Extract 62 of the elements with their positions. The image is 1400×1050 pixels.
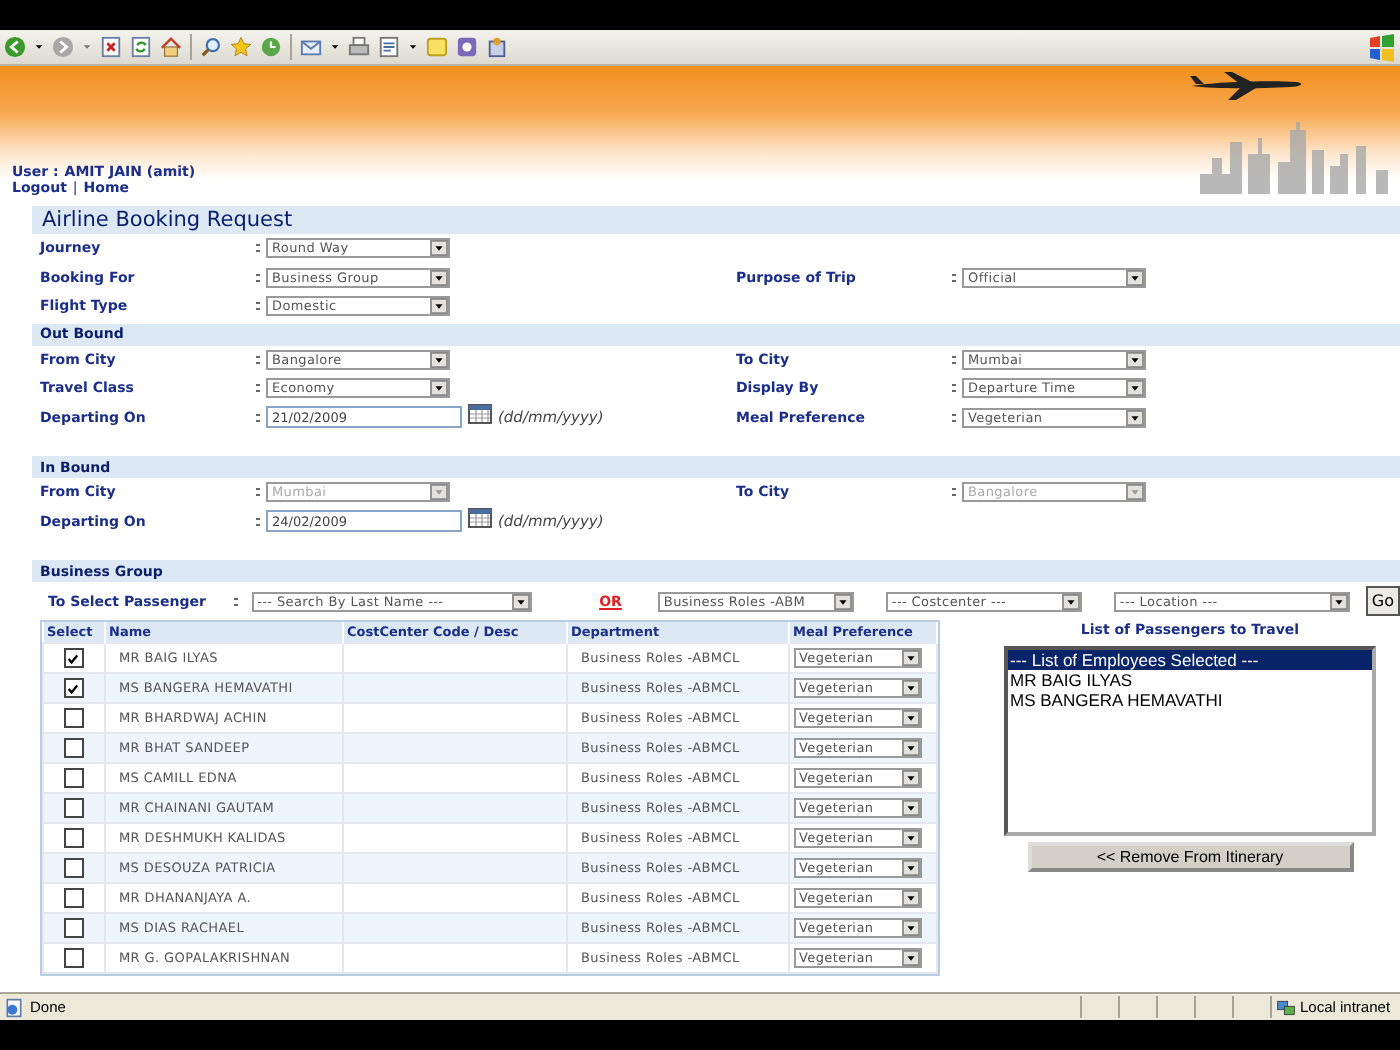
caret-icon <box>430 380 448 397</box>
dropdown-arrow-icon[interactable] <box>34 42 44 52</box>
caret-icon <box>901 800 919 816</box>
caret-icon <box>1329 593 1348 609</box>
caret-icon <box>1061 593 1080 609</box>
caret-icon <box>1126 351 1144 368</box>
caret-icon <box>901 770 919 786</box>
mail-icon[interactable] <box>300 36 322 58</box>
checkbox[interactable] <box>63 678 84 698</box>
page-title: Airline Booking Request <box>42 208 293 232</box>
checkbox[interactable] <box>63 828 84 848</box>
checkbox[interactable] <box>63 648 84 668</box>
dropdown-arrow-icon[interactable] <box>330 42 340 52</box>
caret-icon <box>1126 380 1144 397</box>
passenger-listbox[interactable]: --- List of Employees Selected --- MR BAIG ILYAS MS BANGERA HEMAVATHI <box>1004 646 1376 836</box>
checkbox[interactable] <box>63 798 84 818</box>
list-item[interactable]: MR BAIG ILYAS <box>1008 670 1372 690</box>
caret-icon <box>430 484 448 501</box>
caret-icon <box>430 351 448 368</box>
back-icon[interactable] <box>4 36 26 58</box>
windows-logo-icon <box>1368 33 1396 61</box>
caret-icon <box>430 240 448 257</box>
document-icon[interactable] <box>378 36 400 58</box>
caret-icon <box>901 950 919 966</box>
calendar-icon[interactable] <box>468 404 492 425</box>
checkbox[interactable] <box>63 948 84 968</box>
caret-icon <box>1126 409 1144 426</box>
go-button[interactable]: Go <box>1365 586 1400 616</box>
network-icon <box>1276 997 1296 1017</box>
caret-icon <box>901 920 919 936</box>
search-icon[interactable] <box>200 36 222 58</box>
caret-icon <box>430 269 448 286</box>
list-item[interactable]: --- List of Employees Selected --- <box>1008 650 1372 670</box>
remove-button[interactable]: << Remove From Itinerary <box>1027 842 1353 872</box>
calendar-icon[interactable] <box>468 508 492 529</box>
caret-icon <box>901 890 919 906</box>
caret-icon <box>833 593 852 609</box>
caret-icon <box>430 298 448 315</box>
caret-icon <box>901 650 919 666</box>
checkbox[interactable] <box>63 918 84 938</box>
caret-icon <box>1126 484 1144 501</box>
star-icon[interactable] <box>230 36 252 58</box>
home-icon[interactable] <box>160 36 182 58</box>
dropdown-arrow-icon[interactable] <box>408 42 418 52</box>
caret-icon <box>901 830 919 846</box>
checkbox[interactable] <box>63 888 84 908</box>
refresh-icon[interactable] <box>130 36 152 58</box>
checkbox[interactable] <box>63 768 84 788</box>
list-item[interactable]: MS BANGERA HEMAVATHI <box>1008 690 1372 710</box>
caret-icon <box>511 593 530 609</box>
stop-icon[interactable] <box>100 36 122 58</box>
caret-icon <box>901 680 919 696</box>
printer-icon[interactable] <box>348 36 370 58</box>
page-icon <box>4 997 24 1017</box>
checkbox[interactable] <box>63 858 84 878</box>
history-icon[interactable] <box>260 36 282 58</box>
caret-icon <box>901 710 919 726</box>
caret-icon <box>901 740 919 756</box>
checkbox[interactable] <box>63 708 84 728</box>
checkbox[interactable] <box>63 738 84 758</box>
caret-icon <box>901 860 919 876</box>
caret-icon <box>1126 269 1144 286</box>
